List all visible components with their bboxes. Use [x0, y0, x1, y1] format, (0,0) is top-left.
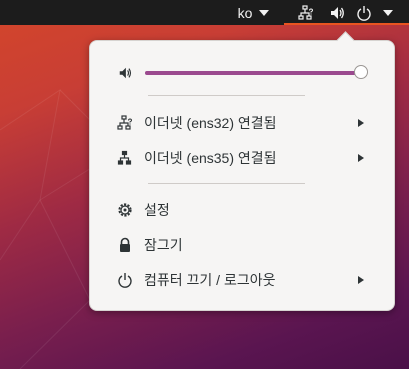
submenu-arrow-icon	[358, 276, 364, 284]
network-wired-question-icon[interactable]	[296, 0, 316, 25]
lock-icon	[117, 237, 133, 253]
menu-item-label: 이더넷 (ens35) 연결됨	[144, 150, 277, 166]
menu-separator	[148, 183, 305, 184]
network-wired-icon	[117, 150, 133, 166]
menu-item-power-off-logout[interactable]: 컴퓨터 끄기 / 로그아웃	[90, 263, 394, 297]
submenu-arrow-icon	[358, 154, 364, 162]
active-menu-indicator	[284, 23, 409, 25]
volume-slider-fill	[145, 71, 361, 75]
volume-slider-handle[interactable]	[354, 65, 368, 79]
volume-row	[90, 56, 394, 90]
menu-item-label: 설정	[144, 202, 170, 218]
chevron-down-icon[interactable]	[381, 0, 395, 25]
menu-item-lock[interactable]: 잠그기	[90, 228, 394, 262]
menu-item-label: 이더넷 (ens32) 연결됨	[144, 115, 277, 131]
menu-item-label: 잠그기	[144, 237, 183, 253]
system-menu: 이더넷 (ens32) 연결됨 이더넷 (ens35) 연결됨 설정 잠그기 컴…	[89, 31, 395, 311]
menu-item-label: 컴퓨터 끄기 / 로그아웃	[144, 272, 276, 288]
menu-separator	[148, 95, 305, 96]
power-icon	[117, 272, 133, 288]
speaker-icon[interactable]	[328, 0, 346, 25]
menu-item-settings[interactable]: 설정	[90, 193, 394, 227]
gear-icon	[117, 202, 133, 218]
top-bar: ko	[0, 0, 409, 25]
network-wired-question-icon	[117, 115, 133, 131]
volume-slider[interactable]	[145, 65, 368, 79]
submenu-arrow-icon	[358, 119, 364, 127]
power-icon[interactable]	[355, 0, 373, 25]
input-language-indicator[interactable]: ko	[234, 0, 256, 25]
speaker-icon	[117, 65, 133, 81]
chevron-down-icon[interactable]	[257, 0, 271, 25]
menu-item-ethernet-ens35[interactable]: 이더넷 (ens35) 연결됨	[90, 141, 394, 175]
menu-item-ethernet-ens32[interactable]: 이더넷 (ens32) 연결됨	[90, 106, 394, 140]
language-label: ko	[237, 4, 253, 21]
